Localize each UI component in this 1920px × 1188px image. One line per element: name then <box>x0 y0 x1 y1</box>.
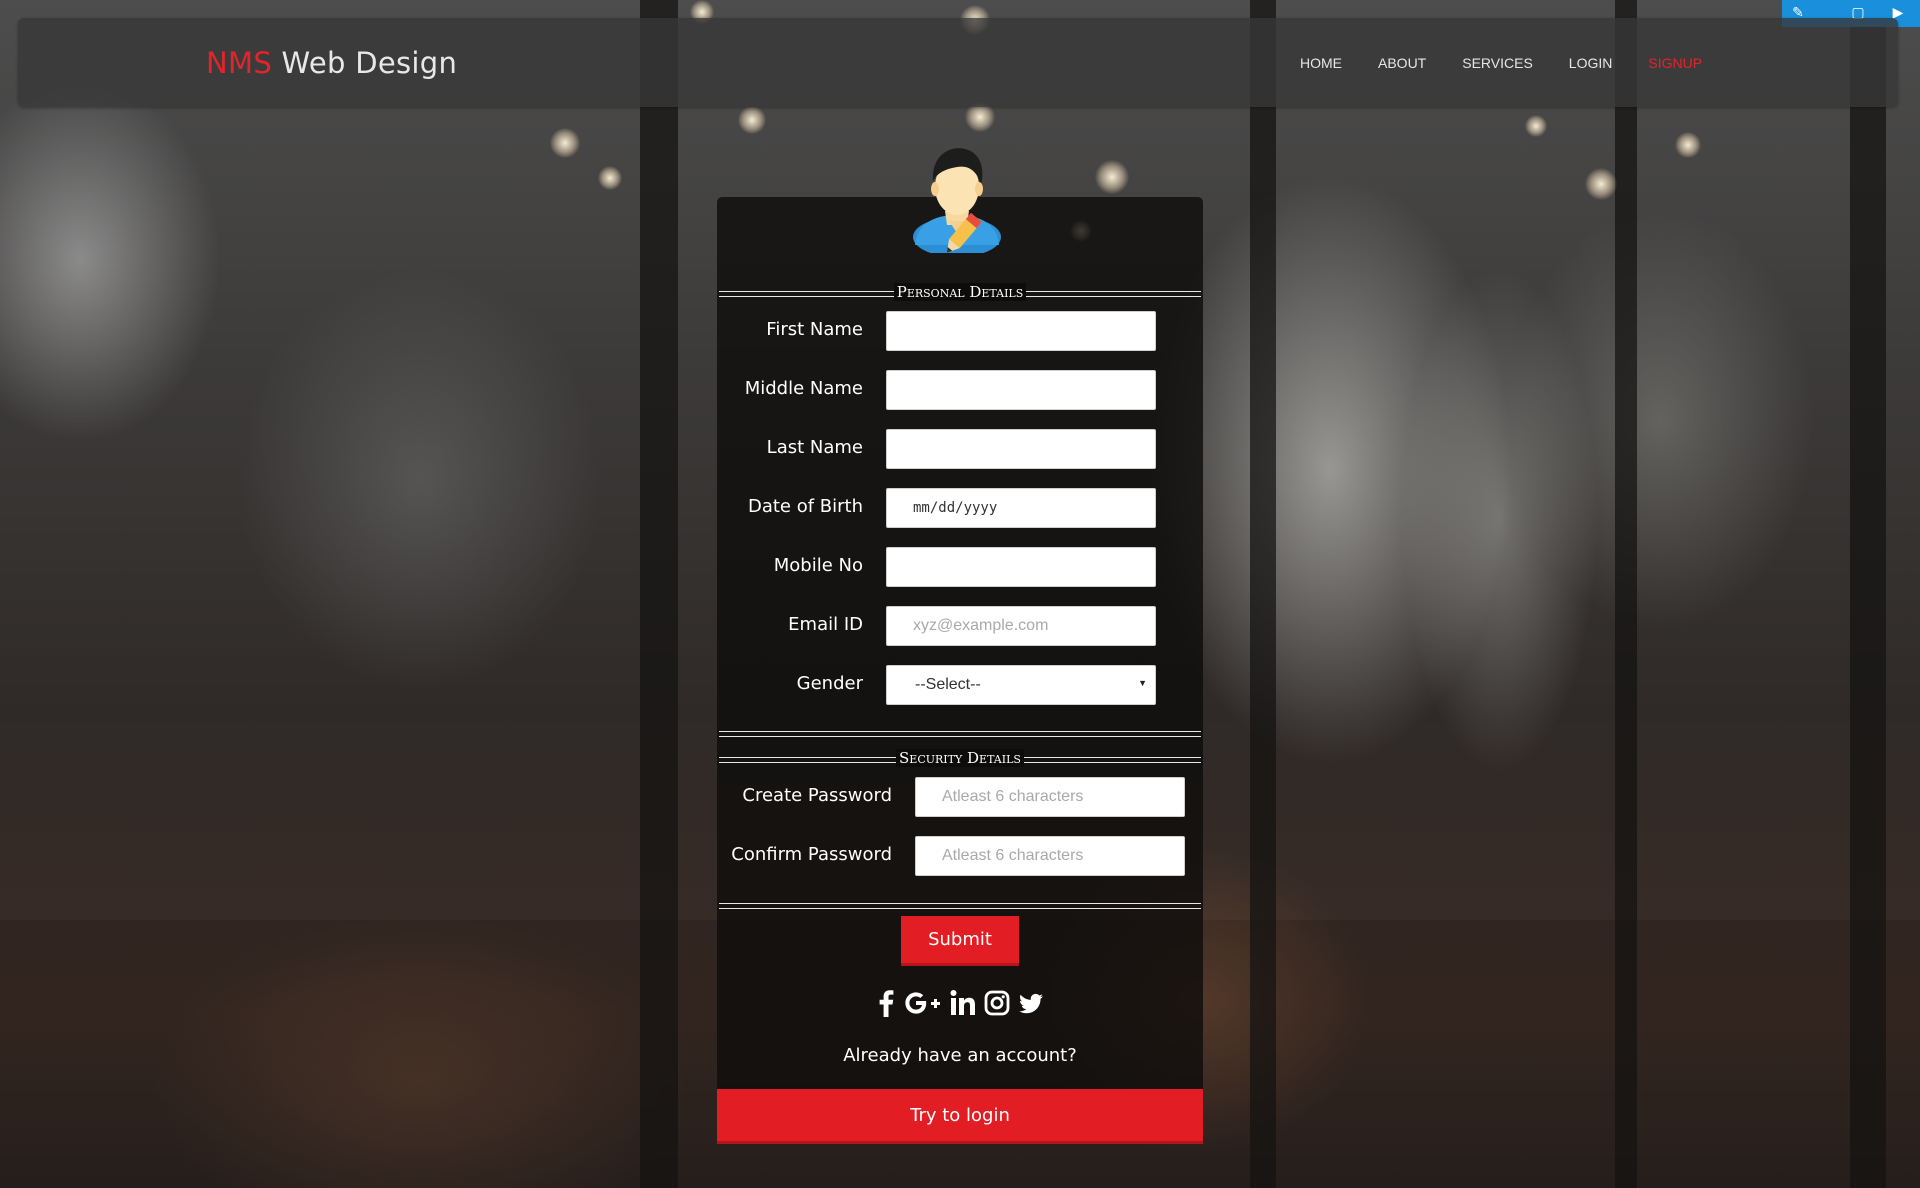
background-pillar <box>1615 0 1637 1188</box>
nav-login[interactable]: LOGIN <box>1569 55 1613 71</box>
submit-button[interactable]: Submit <box>901 916 1019 966</box>
brand-accent: NMS <box>206 46 273 80</box>
bokeh-light <box>550 128 580 158</box>
instagram-icon[interactable] <box>984 989 1010 1017</box>
confirm-password-input[interactable]: Atleast 6 characters <box>915 836 1185 876</box>
bokeh-light <box>738 106 766 134</box>
bokeh-light <box>598 166 622 190</box>
nav-about[interactable]: ABOUT <box>1378 55 1426 71</box>
email-label: Email ID <box>788 614 863 635</box>
linkedin-icon[interactable] <box>950 989 976 1017</box>
section-divider <box>719 731 1201 737</box>
brand-logo[interactable]: NMS Web Design <box>206 46 457 80</box>
personal-details-title: Personal Details <box>719 283 1201 301</box>
first-name-input[interactable] <box>886 311 1156 351</box>
twitter-icon[interactable] <box>1018 989 1044 1017</box>
background-pillar <box>640 0 678 1188</box>
bokeh-light <box>1095 160 1129 194</box>
facebook-icon[interactable] <box>876 989 896 1017</box>
background-pillar <box>1250 0 1276 1188</box>
section-divider <box>719 903 1201 909</box>
bokeh-light <box>1525 115 1547 137</box>
nav-signup[interactable]: SIGNUP <box>1648 55 1702 71</box>
social-icons <box>874 988 1046 1018</box>
dropdown-arrow-icon: ▼ <box>1138 678 1147 688</box>
nav-services[interactable]: SERVICES <box>1462 55 1533 71</box>
last-name-input[interactable] <box>886 429 1156 469</box>
brand-text: Web Design <box>272 46 458 80</box>
navbar: NMS Web Design HOME ABOUT SERVICES LOGIN… <box>18 18 1898 107</box>
background-pillar <box>1850 0 1886 1188</box>
dob-input[interactable]: mm/dd/yyyy <box>886 488 1156 528</box>
nav-home[interactable]: HOME <box>1300 55 1342 71</box>
first-name-label: First Name <box>766 319 863 340</box>
bokeh-light <box>1585 168 1617 200</box>
email-input[interactable]: xyz@example.com <box>886 606 1156 646</box>
gender-select[interactable]: --Select-- ▼ <box>886 665 1156 705</box>
google-plus-icon[interactable] <box>904 989 944 1017</box>
user-edit-icon <box>913 148 1001 253</box>
already-have-account-text: Already have an account? <box>843 1045 1077 1066</box>
try-to-login-button[interactable]: Try to login <box>717 1089 1203 1144</box>
middle-name-label: Middle Name <box>744 378 863 399</box>
security-details-title: Security Details <box>719 749 1201 767</box>
dob-label: Date of Birth <box>747 496 863 517</box>
mobile-label: Mobile No <box>773 555 863 576</box>
mobile-input[interactable] <box>886 547 1156 587</box>
bokeh-light <box>1675 132 1701 158</box>
last-name-label: Last Name <box>766 437 863 458</box>
nav-menu: HOME ABOUT SERVICES LOGIN SIGNUP <box>1300 55 1738 71</box>
confirm-password-label: Confirm Password <box>731 844 892 865</box>
create-password-label: Create Password <box>742 785 892 806</box>
gender-label: Gender <box>796 673 863 694</box>
create-password-input[interactable]: Atleast 6 characters <box>915 777 1185 817</box>
middle-name-input[interactable] <box>886 370 1156 410</box>
